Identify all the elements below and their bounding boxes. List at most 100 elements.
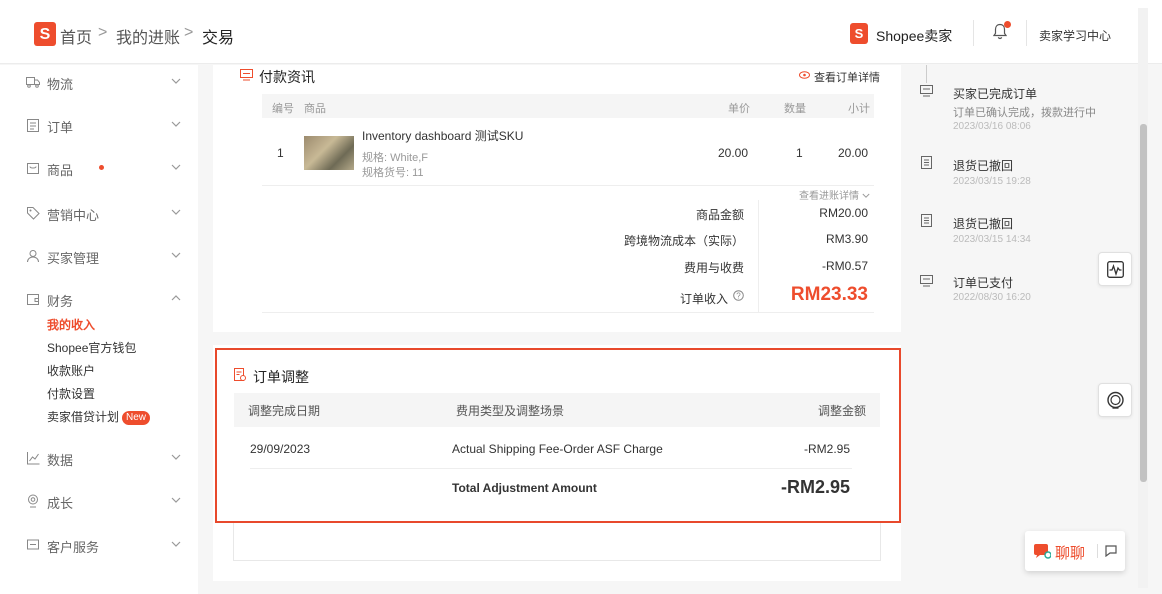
timeline-title: 退货已撤回 — [953, 159, 1014, 173]
col-product: 商品 — [304, 103, 326, 115]
brand-name[interactable]: Shopee卖家 — [876, 26, 952, 46]
sidebar-item-label: 营销中心 — [47, 208, 100, 223]
wallet-icon — [27, 294, 39, 305]
sidebar-subitem-shopee-wallet[interactable]: Shopee官方钱包 — [47, 339, 136, 356]
return-doc-icon — [921, 156, 932, 169]
view-income-details-label: 查看进账详情 — [799, 191, 859, 202]
sidebar-item-label: 买家管理 — [47, 251, 100, 266]
divider — [262, 185, 874, 186]
order-income-value: RM23.33 — [790, 284, 868, 305]
user-icon — [27, 250, 39, 263]
scrollbar-thumb[interactable] — [1140, 124, 1147, 482]
product-thumbnail[interactable] — [304, 136, 354, 170]
product-variation: 规格: White,F — [362, 152, 429, 164]
sidebar-item-marketing[interactable]: 营销中心 — [26, 203, 188, 223]
expand-window-icon[interactable] — [1105, 545, 1117, 557]
chevron-down-icon — [171, 541, 181, 547]
order-complete-icon — [920, 85, 933, 97]
sidebar-subitem-payout-account[interactable]: 收款账户 — [47, 362, 95, 379]
payment-info-title: 付款资讯 — [259, 69, 315, 85]
summary-value-goods: RM20.00 — [819, 206, 868, 220]
breadcrumb-current: 交易 — [202, 30, 235, 47]
sidebar-item-logistics[interactable]: 物流 — [26, 72, 188, 92]
timeline-subtitle: 订单已确认完成，拨款进行中 — [953, 107, 1096, 119]
divider — [1097, 544, 1098, 558]
payment-card-icon — [920, 275, 933, 287]
chat-icon — [27, 539, 39, 550]
divider — [758, 200, 759, 312]
tag-icon — [27, 207, 40, 220]
chat-label: 聊聊 — [1055, 545, 1086, 562]
payment-icon — [240, 69, 253, 81]
help-assistant-button[interactable] — [1098, 383, 1132, 417]
chevron-down-icon — [171, 121, 181, 127]
timeline-line — [926, 65, 927, 83]
divider — [1026, 20, 1027, 46]
activity-icon — [1107, 261, 1124, 278]
lightbulb-icon — [1107, 391, 1124, 409]
summary-label-fees: 费用与收费 — [683, 261, 744, 275]
quantity: 1 — [796, 146, 803, 160]
breadcrumb-separator: > — [98, 24, 108, 41]
seller-learning-center-link[interactable]: 卖家学习中心 — [1039, 27, 1111, 44]
chat-bubble-icon — [1034, 544, 1051, 559]
subtotal: 20.00 — [838, 146, 869, 160]
new-indicator-dot — [99, 165, 104, 170]
sidebar-item-label: 数据 — [47, 453, 74, 468]
sidebar-item-orders[interactable]: 订单 — [26, 115, 188, 135]
product-sku: 规格货号: 11 — [362, 167, 424, 179]
chevron-down-icon — [171, 164, 181, 170]
view-income-details-link[interactable]: 查看进账详情 — [799, 187, 870, 202]
col-subtotal: 小计 — [848, 103, 870, 115]
truck-icon — [26, 77, 40, 88]
sidebar-subitem-payment-settings[interactable]: 付款设置 — [47, 385, 95, 402]
order-timeline-panel — [901, 65, 1138, 594]
summary-value-shipping: RM3.90 — [825, 232, 868, 246]
badge-icon — [28, 494, 38, 508]
timeline-date: 2023/03/15 19:28 — [953, 176, 1031, 187]
eye-icon — [799, 71, 810, 79]
view-order-details-link[interactable]: 查看订单详情 — [814, 69, 880, 85]
sidebar-item-label: 订单 — [47, 120, 74, 135]
breadcrumb-home[interactable]: 首页 — [60, 24, 92, 48]
clipboard-icon — [27, 119, 39, 132]
chart-icon — [27, 452, 40, 465]
notification-dot — [1004, 21, 1011, 28]
sidebar-item-data[interactable]: 数据 — [26, 448, 188, 468]
shopee-logo-icon[interactable]: S — [34, 22, 56, 46]
sidebar-item-customer-service[interactable]: 客户服务 — [26, 535, 188, 555]
timeline-title: 订单已支付 — [953, 276, 1014, 290]
help-icon[interactable]: ? — [733, 290, 744, 301]
chevron-down-icon — [862, 193, 870, 198]
adjustment-table-frame — [233, 523, 881, 561]
sidebar-item-products[interactable]: 商品 — [26, 158, 188, 178]
chevron-down-icon — [171, 252, 181, 258]
sidebar-item-buyer-management[interactable]: 买家管理 — [26, 246, 188, 266]
chat-button[interactable]: 聊聊 — [1025, 531, 1125, 571]
sidebar-item-label: 客户服务 — [47, 540, 100, 555]
summary-value-fees: -RM0.57 — [821, 259, 868, 273]
shopee-bag-icon: S — [850, 23, 868, 44]
timeline-title: 买家已完成订单 — [953, 87, 1038, 101]
sidebar-item-growth[interactable]: 成长 — [26, 491, 188, 511]
return-doc-icon — [921, 214, 932, 227]
chevron-down-icon — [171, 454, 181, 460]
sidebar-subitem-seller-loan[interactable]: 卖家借贷计划 New — [47, 408, 151, 425]
sidebar-item-label: 商品 — [47, 163, 74, 178]
sidebar-item-finance[interactable]: 财务 — [26, 289, 188, 309]
chevron-up-icon — [171, 295, 181, 301]
product-name[interactable]: Inventory dashboard 测试SKU — [362, 127, 523, 144]
svg-text:?: ? — [736, 292, 741, 301]
order-income-label: 订单收入 — [679, 292, 728, 306]
sidebar — [0, 65, 198, 594]
col-qty: 数量 — [784, 103, 806, 115]
breadcrumb-my-income[interactable]: 我的进账 — [116, 24, 180, 48]
activity-monitor-button[interactable] — [1098, 252, 1132, 286]
sidebar-subitem-label: 卖家借贷计划 — [47, 410, 120, 424]
col-no: 编号 — [272, 103, 294, 115]
breadcrumb-separator: > — [184, 24, 194, 41]
sidebar-subitem-my-income[interactable]: 我的收入 — [47, 316, 95, 333]
divider — [262, 312, 874, 313]
row-number: 1 — [277, 146, 284, 160]
sidebar-item-label: 物流 — [47, 77, 74, 92]
